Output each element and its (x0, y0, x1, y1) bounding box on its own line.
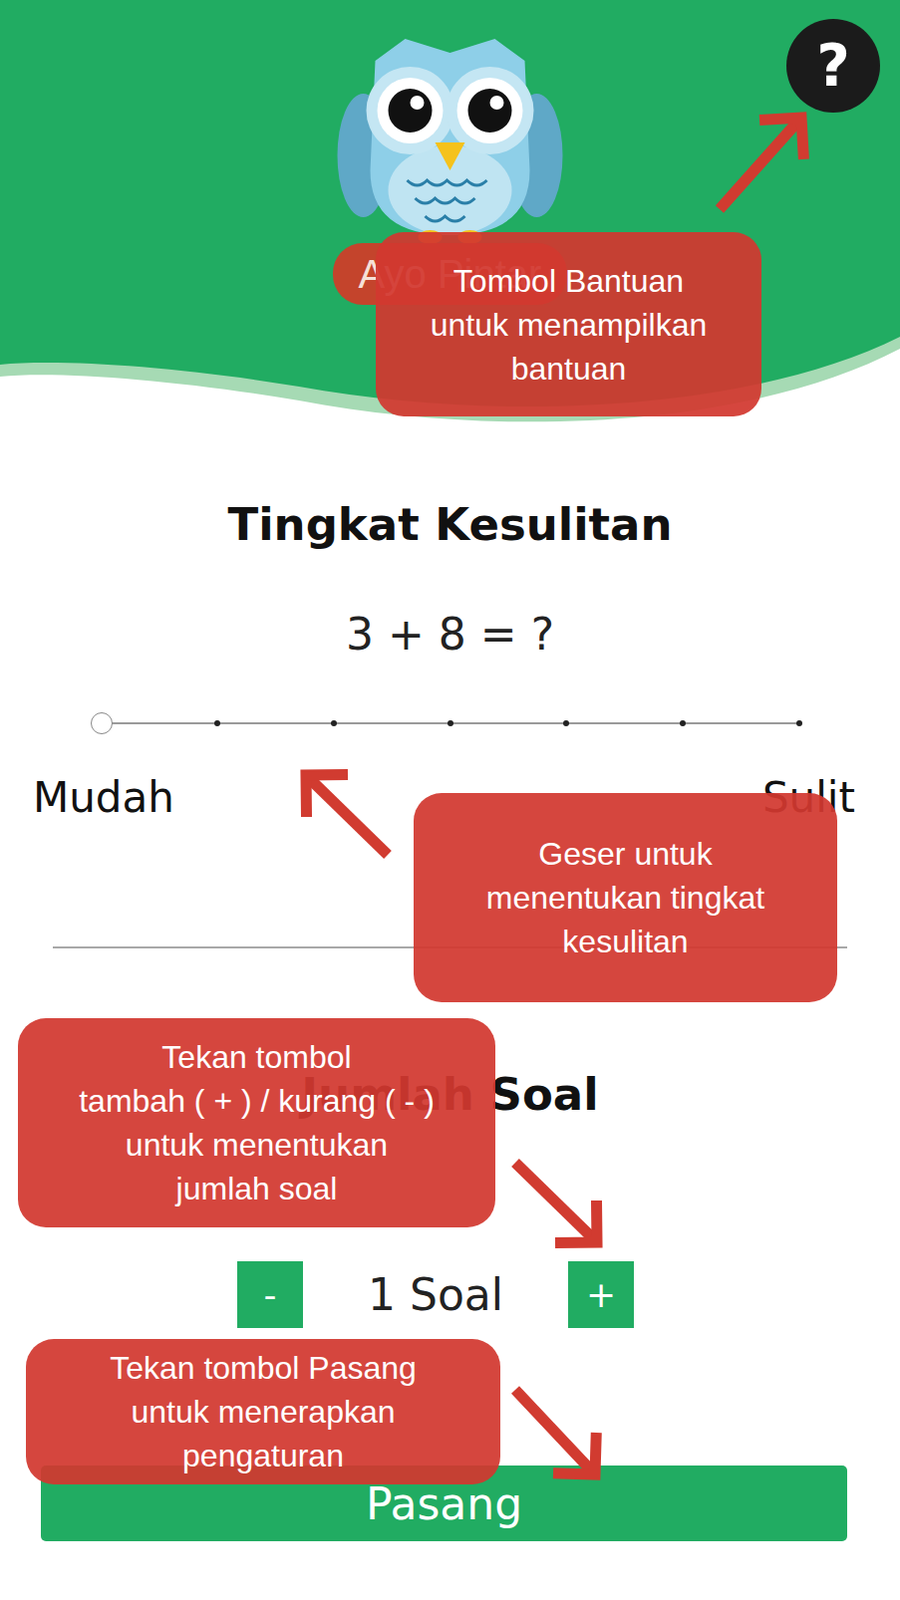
arrow-icon (515, 1390, 597, 1476)
slider-tick (447, 720, 454, 727)
help-button[interactable]: ? (786, 18, 881, 113)
count-stepper: - 1 Soal + (0, 1261, 900, 1329)
arrow-icon (719, 117, 804, 210)
slider-knob[interactable] (90, 712, 113, 735)
slider-tick (563, 720, 570, 727)
tooltip: Tekan tombol Pasanguntuk menerapkanpenga… (25, 1339, 501, 1486)
slider-tick (214, 720, 221, 727)
settings-screen: ? Ayo Pintar Tingkat Kesulitan 3 + 8 = ?… (0, 0, 900, 1600)
tooltip: Tekan tomboltambah ( + ) / kurang ( - )u… (17, 1018, 496, 1228)
arrow-icon (305, 774, 388, 856)
tutorial-arrows (0, 0, 900, 1600)
tooltip: Tombol Bantuanuntuk menampilkanbantuan (375, 232, 762, 417)
increment-button[interactable]: + (568, 1261, 634, 1329)
slider-tick (679, 720, 686, 727)
owl-icon (332, 30, 568, 246)
tooltip: Geser untukmenentukan tingkatkesulitan (413, 793, 838, 1003)
decrement-button[interactable]: - (237, 1261, 303, 1329)
count-value: 1 Soal (302, 1267, 569, 1324)
difficulty-example: 3 + 8 = ? (0, 606, 900, 663)
slider-tick (796, 720, 803, 727)
easy-label: Mudah (32, 772, 175, 825)
difficulty-heading: Tingkat Kesulitan (0, 497, 900, 554)
arrow-icon (515, 1163, 598, 1244)
difficulty-slider[interactable] (101, 711, 800, 736)
slider-tick (330, 720, 337, 727)
